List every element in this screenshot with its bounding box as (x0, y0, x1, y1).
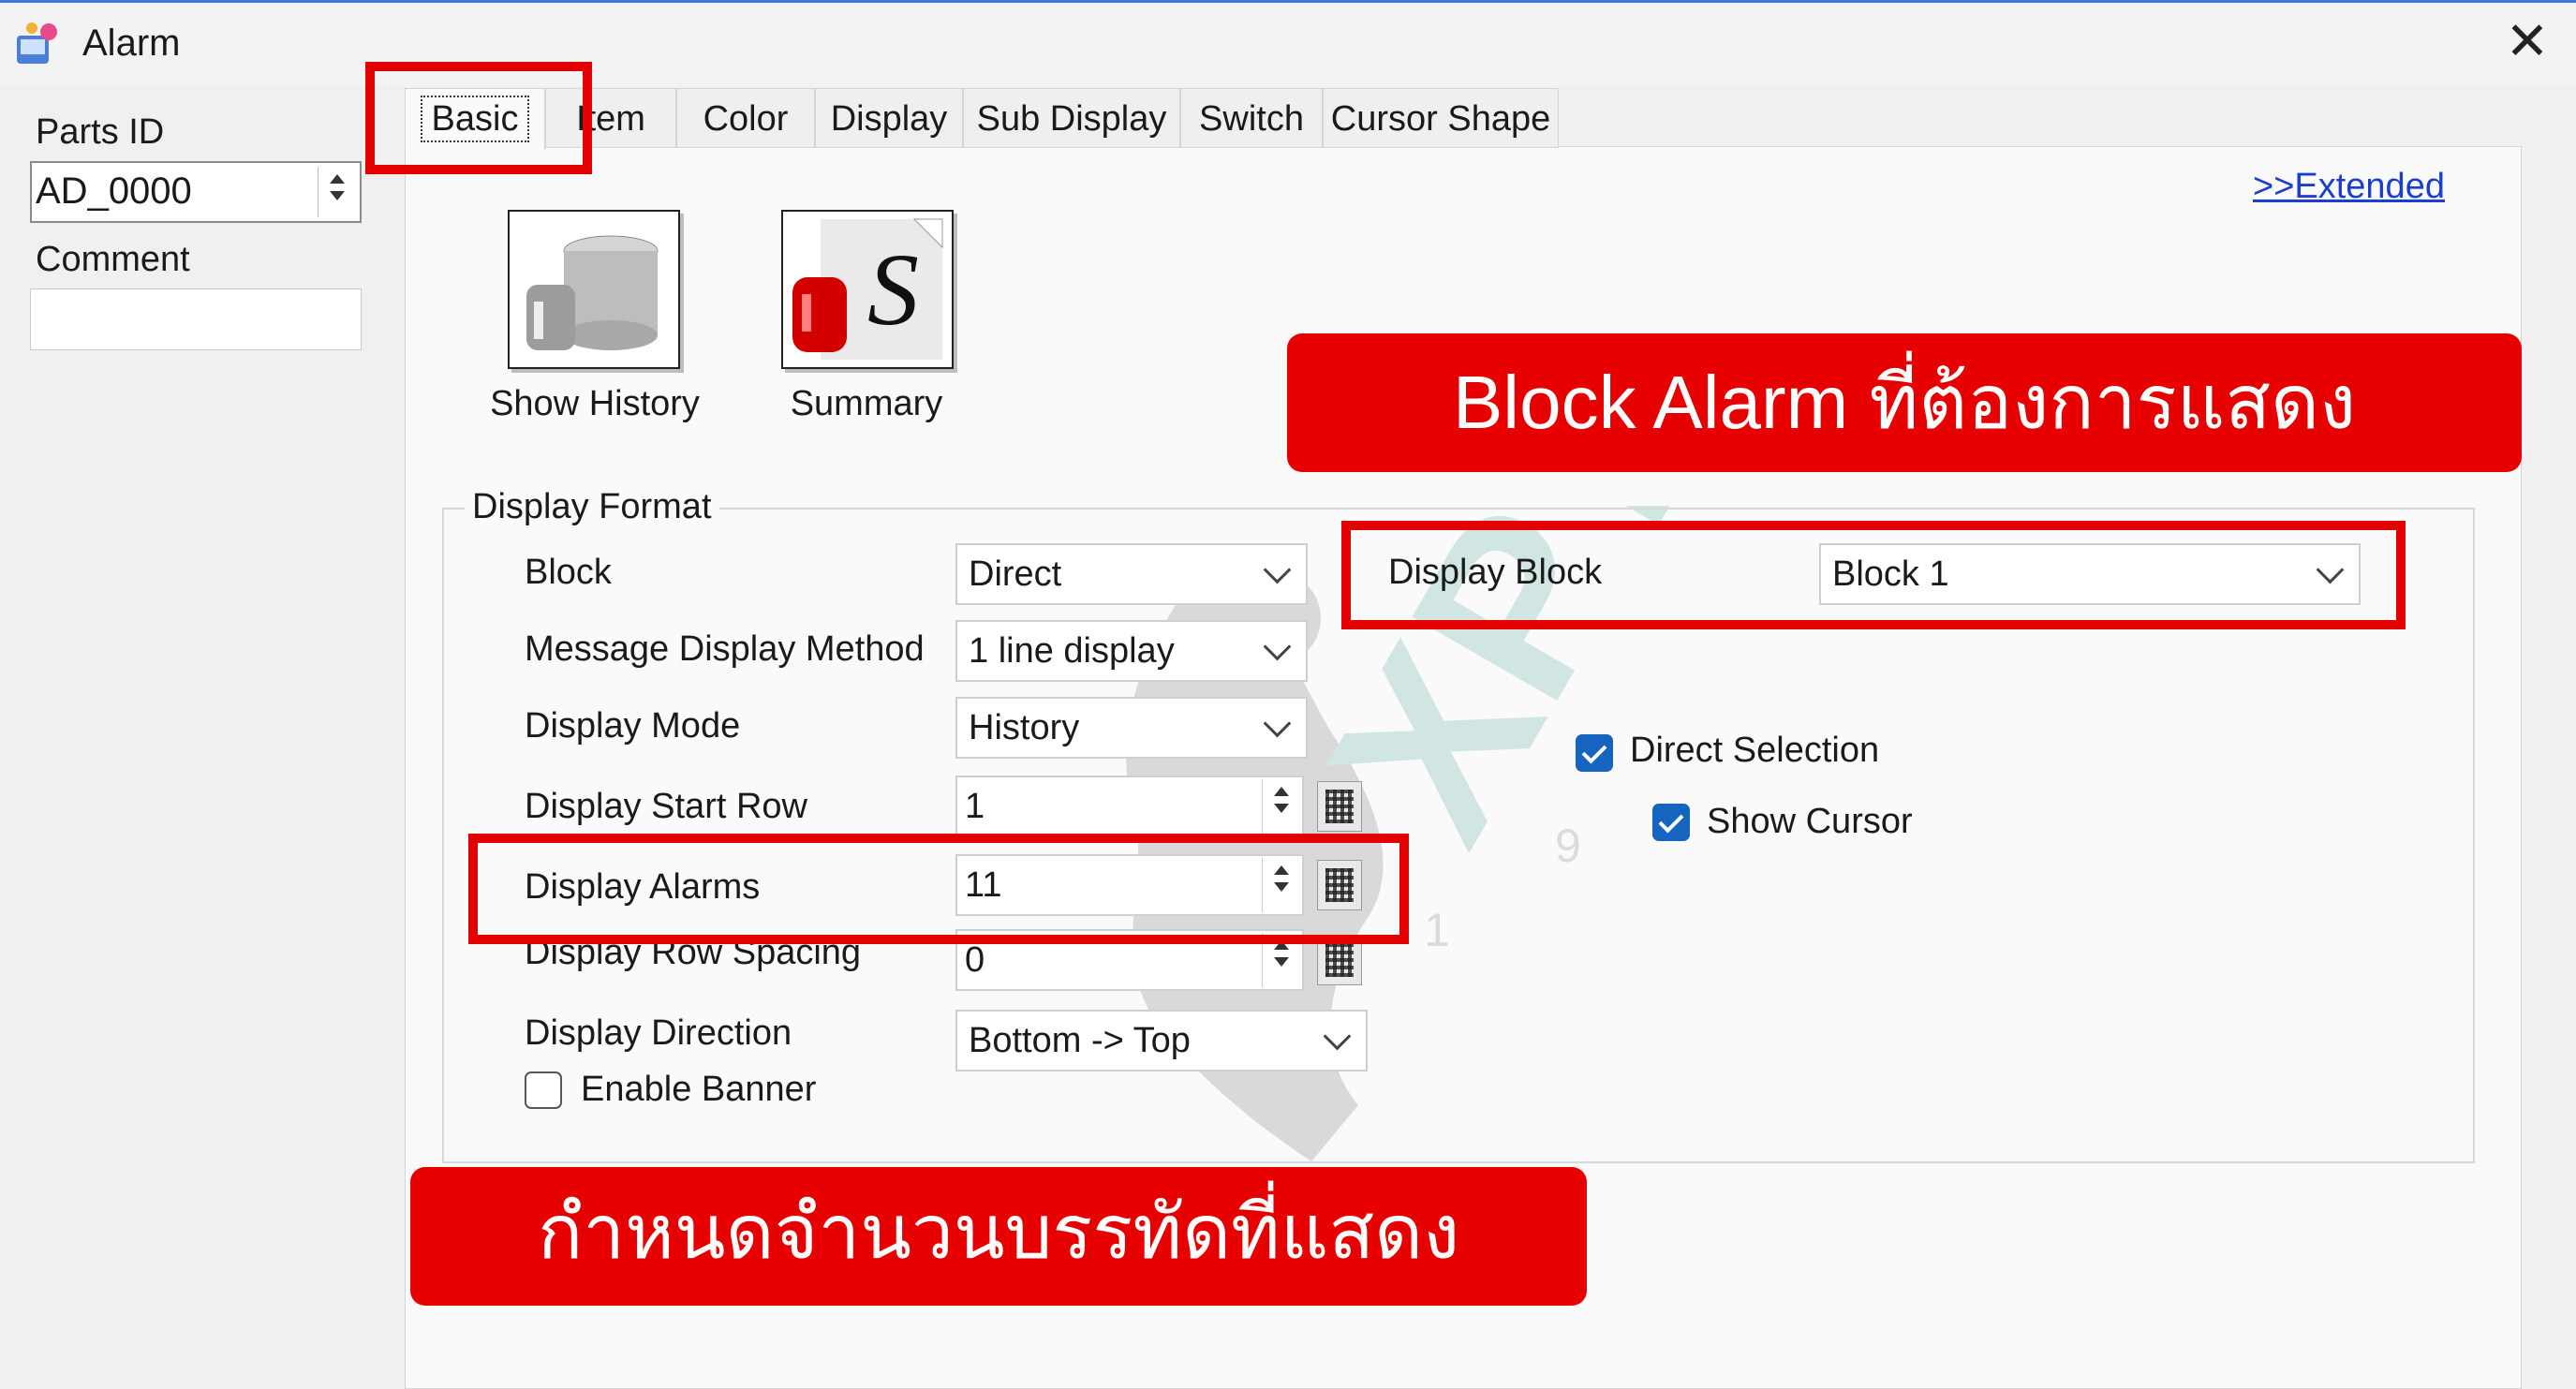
direction-label: Display Direction (525, 1013, 792, 1053)
highlight-box-display-alarms (468, 834, 1409, 944)
start-row-value: 1 (965, 787, 985, 826)
enable-banner-checkbox[interactable] (525, 1071, 562, 1109)
parts-id-value: AD_0000 (36, 170, 192, 212)
close-icon[interactable]: ✕ (2499, 15, 2555, 71)
spin-arrows-icon[interactable] (1262, 779, 1300, 834)
row-spacing-value: 0 (965, 940, 985, 980)
summary-label: Summary (790, 384, 943, 423)
start-row-input[interactable]: 1 (955, 776, 1304, 837)
database-history-icon (526, 235, 659, 350)
svg-text:S: S (867, 232, 919, 347)
summary-s-icon: S (792, 218, 943, 360)
display-mode-label: Display Mode (525, 706, 741, 746)
show-cursor-checkbox[interactable] (1652, 804, 1690, 841)
tab-switch[interactable]: Switch (1180, 88, 1323, 148)
show-cursor-label: Show Cursor (1707, 802, 1913, 841)
direction-value: Bottom -> Top (969, 1021, 1191, 1060)
highlight-box-display-block (1341, 521, 2406, 629)
show-history-button[interactable] (508, 210, 680, 369)
message-method-select[interactable]: 1 line display (955, 620, 1308, 682)
display-format-title: Display Format (465, 487, 719, 527)
display-mode-select[interactable]: History (955, 697, 1308, 759)
direct-selection-label: Direct Selection (1630, 731, 1880, 770)
spin-arrows-icon[interactable] (318, 167, 356, 217)
window-title: Alarm (82, 22, 181, 64)
tab-cursor-shape[interactable]: Cursor Shape (1323, 88, 1559, 148)
block-label: Block (525, 553, 612, 592)
callout-block-alarm: Block Alarm ที่ต้องการแสดง (1287, 333, 2522, 472)
comment-label: Comment (36, 240, 190, 279)
callout-row-count: กำหนดจำนวนบรรทัดที่แสดง (410, 1167, 1587, 1306)
alarm-app-icon (17, 22, 57, 64)
parts-id-label: Parts ID (36, 112, 165, 152)
tab-sub-display[interactable]: Sub Display (963, 88, 1180, 148)
block-select[interactable]: Direct (955, 543, 1308, 605)
direction-select[interactable]: Bottom -> Top (955, 1010, 1368, 1071)
tab-display[interactable]: Display (815, 88, 963, 148)
message-method-value: 1 line display (969, 631, 1175, 671)
enable-banner-label: Enable Banner (581, 1070, 817, 1109)
keypad-icon[interactable] (1317, 781, 1362, 832)
chevron-down-icon (1263, 632, 1292, 661)
comment-input[interactable] (30, 288, 362, 350)
tab-color[interactable]: Color (676, 88, 815, 148)
parts-id-spinner[interactable]: AD_0000 (30, 161, 362, 223)
message-method-label: Message Display Method (525, 629, 925, 669)
highlight-box-basic-tab (365, 62, 592, 174)
chevron-down-icon (1263, 555, 1292, 584)
show-history-label: Show History (490, 384, 700, 423)
chevron-down-icon (1263, 709, 1292, 738)
start-row-label: Display Start Row (525, 787, 807, 826)
extended-link[interactable]: >>Extended (2253, 167, 2445, 207)
display-mode-value: History (969, 708, 1080, 747)
summary-button[interactable]: S (781, 210, 954, 369)
chevron-down-icon (1323, 1022, 1352, 1051)
direct-selection-checkbox[interactable] (1576, 734, 1613, 772)
block-value: Direct (969, 554, 1062, 594)
